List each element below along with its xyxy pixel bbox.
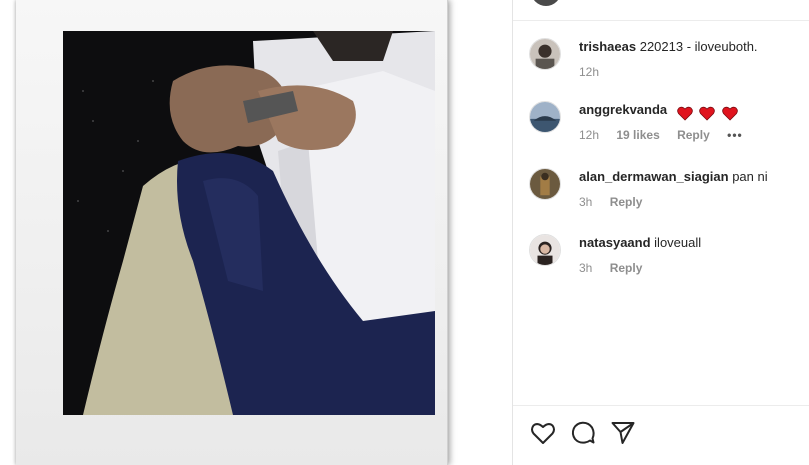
more-options-icon[interactable]: •••	[727, 128, 743, 142]
comment-button[interactable]	[569, 419, 597, 447]
heart-outline-icon	[531, 423, 555, 444]
comment-item: anggrekvanda 12h 19 likes Reply •••	[513, 101, 809, 161]
comment-username[interactable]: trishaeas	[579, 39, 636, 54]
comment-time[interactable]: 12h	[579, 65, 599, 79]
heart-emoji-icon	[677, 106, 693, 121]
comment-line: alan_dermawan_siagian pan ni	[579, 168, 804, 188]
comment-username[interactable]: anggrekvanda	[579, 102, 667, 117]
heart-emoji-icon	[699, 106, 716, 121]
comment-line: anggrekvanda	[579, 101, 804, 121]
emoji-group	[677, 104, 741, 121]
comment-time[interactable]: 12h	[579, 128, 599, 142]
comment-meta: 3h Reply	[579, 194, 656, 210]
comment-line: trishaeas 220213 - iloveuboth.	[579, 38, 804, 58]
comment-time[interactable]: 3h	[579, 261, 592, 275]
comment-line: natasyaand iloveuall	[579, 234, 804, 254]
polaroid-frame	[16, 0, 448, 465]
comment-text: pan ni	[732, 169, 768, 184]
photo-illustration	[63, 31, 435, 415]
reply-button[interactable]: Reply	[610, 261, 643, 275]
comment-text: 220213 - iloveuboth.	[639, 39, 758, 54]
avatar[interactable]	[529, 234, 561, 266]
comment-likes[interactable]: 19 likes	[616, 128, 659, 142]
comment-text: iloveuall	[654, 235, 702, 250]
avatar[interactable]	[529, 38, 561, 70]
comment-username[interactable]: natasyaand	[579, 235, 651, 250]
comments-panel: trishaeas 220213 - iloveuboth. 12h anggr…	[512, 0, 809, 465]
post-media	[0, 0, 512, 465]
heart-emoji-icon	[722, 106, 738, 121]
avatar[interactable]	[529, 168, 561, 200]
share-button[interactable]	[609, 419, 637, 447]
comment-item: trishaeas 220213 - iloveuboth. 12h	[513, 38, 809, 98]
comment-bubble-icon	[571, 421, 595, 444]
avatar[interactable]	[529, 101, 561, 133]
reply-button[interactable]: Reply	[610, 195, 643, 209]
divider	[513, 20, 809, 21]
comment-time[interactable]: 3h	[579, 195, 592, 209]
comment-meta: 3h Reply	[579, 260, 656, 276]
comment-meta: 12h 19 likes Reply •••	[579, 127, 757, 143]
paper-plane-icon	[611, 422, 635, 444]
divider	[513, 405, 809, 406]
comment-item: alan_dermawan_siagian pan ni 3h Reply	[513, 168, 809, 228]
comment-item: natasyaand iloveuall 3h Reply	[513, 234, 809, 294]
comment-meta: 12h	[579, 64, 613, 80]
like-button[interactable]	[529, 419, 557, 447]
comment-username[interactable]: alan_dermawan_siagian	[579, 169, 729, 184]
avatar[interactable]	[531, 0, 561, 6]
reply-button[interactable]: Reply	[677, 128, 710, 142]
post-photo[interactable]	[63, 31, 435, 415]
